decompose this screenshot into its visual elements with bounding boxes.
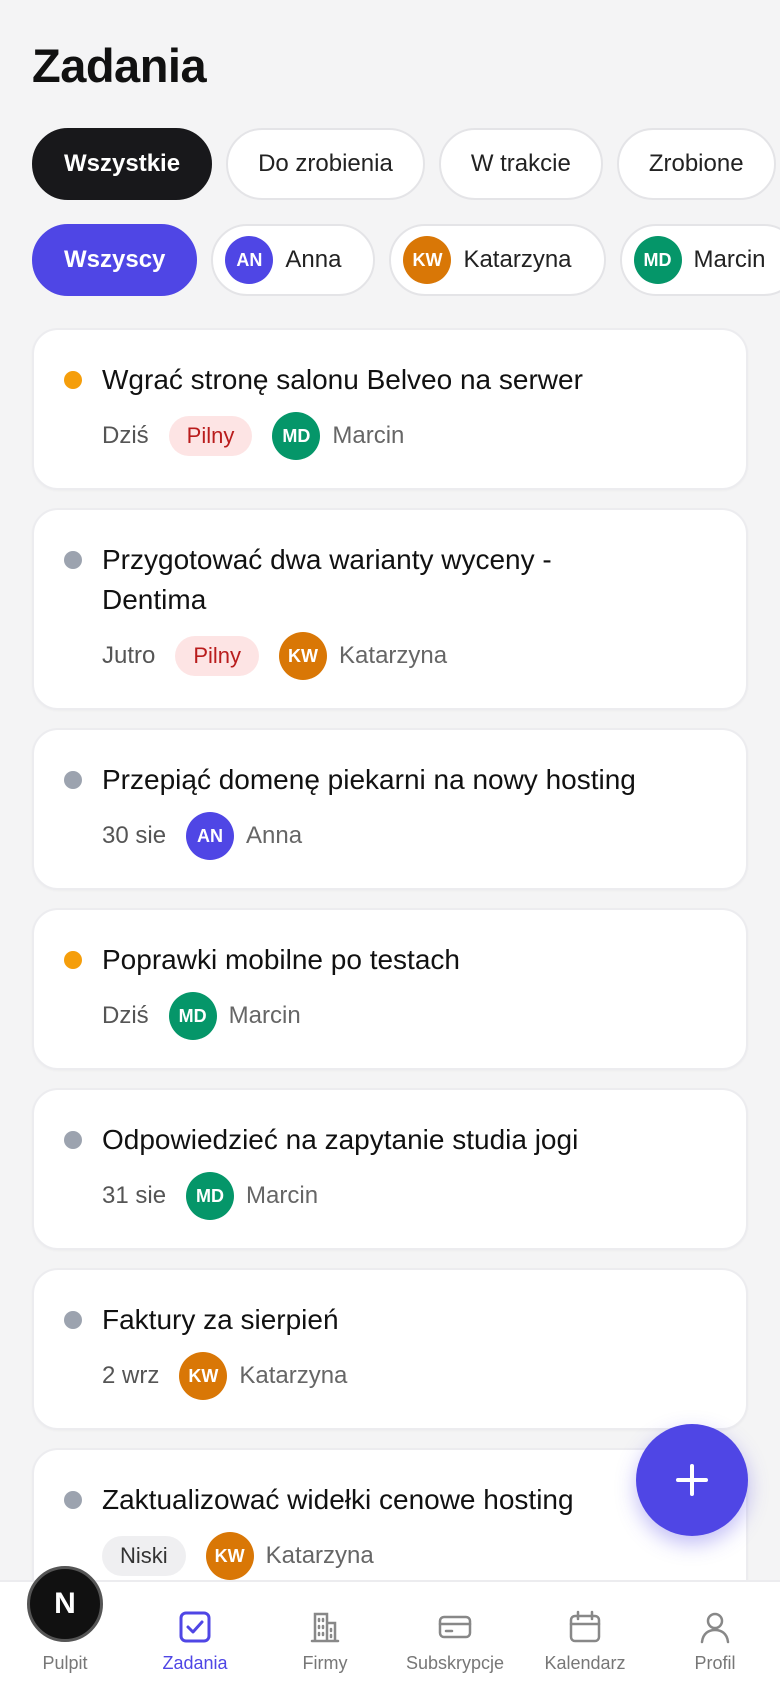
person-filter-label: Anna bbox=[285, 246, 342, 273]
avatar: MD bbox=[168, 992, 217, 1040]
avatar: KW bbox=[403, 236, 452, 284]
avatar: KW bbox=[279, 632, 328, 680]
nav-item-profil[interactable]: Profil bbox=[650, 1582, 780, 1688]
nav-label: Pulpit bbox=[42, 1653, 88, 1673]
person-filter-label: Katarzyna bbox=[463, 246, 572, 273]
plus-icon bbox=[676, 1464, 708, 1496]
task-title: Odpowiedzieć na zapytanie studia jogi bbox=[102, 1124, 579, 1155]
priority-dot bbox=[64, 1491, 82, 1509]
task-card[interactable]: Faktury za sierpień 2 wrz KW Katarzyna bbox=[32, 1268, 748, 1430]
task-assignee: AN Anna bbox=[186, 812, 302, 860]
task-assignee: MD Marcin bbox=[186, 1172, 318, 1220]
priority-tag: Niski bbox=[102, 1536, 186, 1576]
task-card[interactable]: Odpowiedzieć na zapytanie studia jogi 31… bbox=[32, 1088, 748, 1250]
nav-label: Subskrypcje bbox=[405, 1653, 505, 1673]
check-square-icon bbox=[179, 1611, 211, 1643]
task-assignee: MD Marcin bbox=[168, 992, 301, 1040]
priority-dot bbox=[64, 551, 82, 569]
avatar: AN bbox=[225, 236, 274, 284]
nav-label: Zadania bbox=[162, 1653, 228, 1673]
nav-item-zadania[interactable]: Zadania bbox=[130, 1582, 260, 1688]
nav-label: Kalendarz bbox=[544, 1653, 626, 1673]
assignee-name: Marcin bbox=[228, 1002, 301, 1029]
priority-dot bbox=[64, 951, 82, 969]
task-card[interactable]: Przygotować dwa warianty wyceny - Dentim… bbox=[32, 508, 748, 710]
person-filter-marcin[interactable]: MD Marcin bbox=[619, 224, 780, 296]
page-title: Zadania bbox=[32, 39, 207, 92]
person-filter-label: Marcin bbox=[693, 246, 766, 273]
avatar: MD bbox=[633, 236, 682, 284]
task-assignee: KW Katarzyna bbox=[279, 632, 447, 680]
assignee-name: Katarzyna bbox=[239, 1362, 348, 1389]
task-title: Wgrać stronę salonu Belveo na serwer bbox=[102, 364, 583, 395]
task-card[interactable]: Przepiąć domenę piekarni na nowy hosting… bbox=[32, 728, 748, 890]
add-task-button[interactable] bbox=[636, 1424, 748, 1536]
bottom-nav: N Pulpit Zadania Firmy Subskrypcje Kalen… bbox=[0, 1566, 780, 1688]
task-assignee: KW Katarzyna bbox=[205, 1532, 374, 1580]
filter-chip-done[interactable]: Zrobione bbox=[616, 128, 776, 200]
status-filter-row: Wszystkie Do zrobienia W trakcie Zrobion… bbox=[32, 128, 776, 200]
filter-chip-in-progress[interactable]: W trakcie bbox=[438, 128, 603, 200]
user-icon bbox=[700, 1612, 730, 1644]
person-filter-katarzyna[interactable]: KW Katarzyna bbox=[389, 224, 606, 296]
task-card[interactable]: Wgrać stronę salonu Belveo na serwer Dzi… bbox=[32, 328, 748, 490]
avatar: KW bbox=[205, 1532, 254, 1580]
avatar: MD bbox=[186, 1172, 235, 1220]
priority-dot bbox=[64, 771, 82, 789]
priority-tag: Pilny bbox=[175, 636, 260, 676]
task-due-date: Dziś bbox=[102, 1002, 149, 1029]
assignee-name: Katarzyna bbox=[265, 1542, 374, 1569]
task-title: Poprawki mobilne po testach bbox=[102, 944, 460, 975]
avatar: KW bbox=[179, 1352, 228, 1400]
building-icon bbox=[310, 1612, 340, 1643]
assignee-name: Anna bbox=[246, 822, 303, 849]
person-filter-anna[interactable]: AN Anna bbox=[211, 224, 376, 296]
task-due-date: 30 sie bbox=[102, 822, 167, 849]
task-title: Przepiąć domenę piekarni na nowy hosting bbox=[102, 764, 636, 795]
calendar-icon bbox=[569, 1610, 601, 1643]
person-filter-all[interactable]: Wszyscy bbox=[32, 224, 198, 296]
task-due-date: 2 wrz bbox=[102, 1362, 160, 1389]
logo-icon: N bbox=[27, 1566, 103, 1642]
nav-item-subskrypcje[interactable]: Subskrypcje bbox=[390, 1582, 520, 1688]
task-title: Zaktualizować widełki cenowe hosting bbox=[102, 1484, 574, 1515]
nav-item-firmy[interactable]: Firmy bbox=[260, 1582, 390, 1688]
assignee-name: Marcin bbox=[246, 1182, 319, 1209]
assignee-name: Marcin bbox=[332, 422, 405, 449]
task-card[interactable]: Poprawki mobilne po testach Dziś MD Marc… bbox=[32, 908, 748, 1070]
priority-dot bbox=[64, 371, 82, 389]
task-due-date: 31 sie bbox=[102, 1182, 167, 1209]
task-due-date: Jutro bbox=[102, 642, 156, 669]
task-list: Wgrać stronę salonu Belveo na serwer Dzi… bbox=[32, 328, 748, 1610]
avatar: AN bbox=[186, 812, 235, 860]
priority-tag: Pilny bbox=[168, 416, 253, 456]
assignee-name: Katarzyna bbox=[339, 642, 448, 669]
nav-item-kalendarz[interactable]: Kalendarz bbox=[520, 1582, 650, 1688]
priority-dot bbox=[64, 1311, 82, 1329]
filter-chip-all[interactable]: Wszystkie bbox=[32, 128, 213, 200]
task-title: Przygotować dwa warianty wyceny - Dentim… bbox=[102, 544, 552, 615]
nav-label: Firmy bbox=[302, 1653, 348, 1673]
task-assignee: MD Marcin bbox=[272, 412, 404, 460]
task-due-date: Dziś bbox=[102, 422, 149, 449]
task-title: Faktury za sierpień bbox=[102, 1304, 339, 1335]
nav-item-pulpit[interactable]: N Pulpit bbox=[0, 1566, 130, 1688]
avatar: MD bbox=[272, 412, 321, 460]
task-assignee: KW Katarzyna bbox=[179, 1352, 347, 1400]
priority-dot bbox=[64, 1131, 82, 1149]
filter-chip-todo[interactable]: Do zrobienia bbox=[226, 128, 425, 200]
people-filter-row: Wszyscy AN Anna KW Katarzyna MD Marcin bbox=[32, 224, 780, 296]
credit-card-icon bbox=[438, 1615, 472, 1639]
nav-label: Profil bbox=[694, 1653, 736, 1673]
